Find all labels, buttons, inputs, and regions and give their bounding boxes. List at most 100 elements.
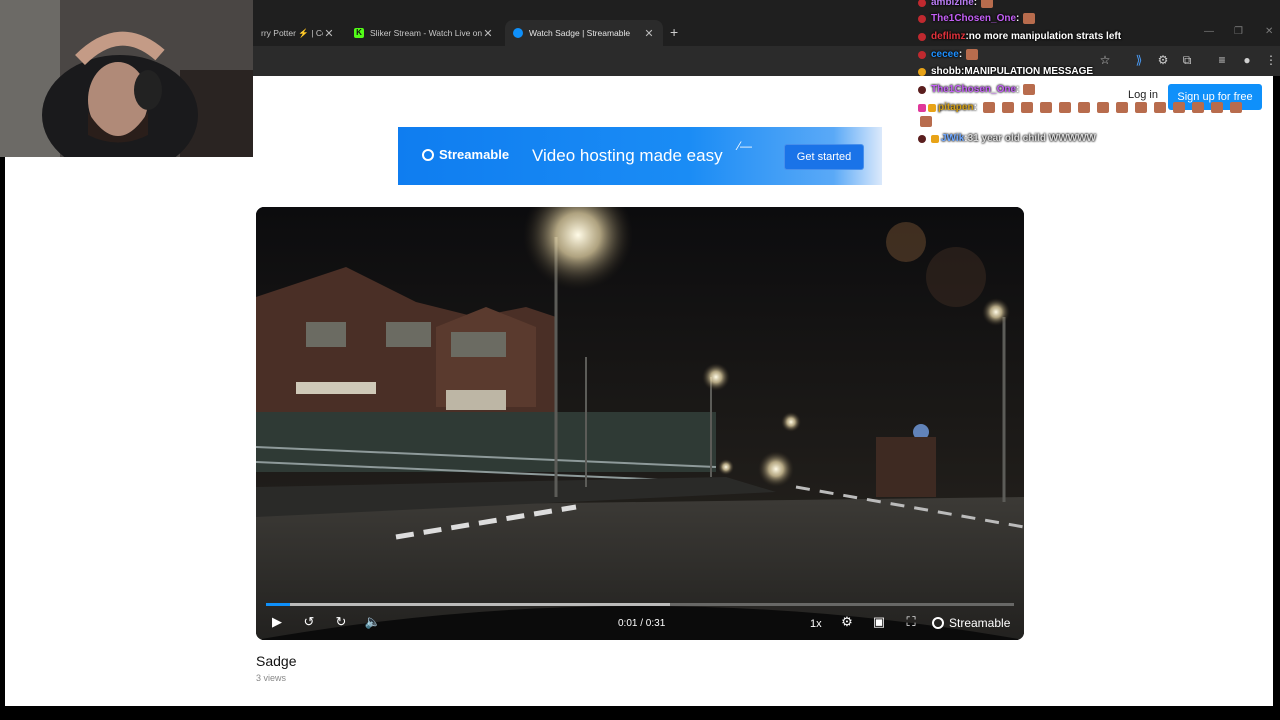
chat-text: MANIPULATION MESSAGE: [964, 66, 1094, 77]
streamable-logo-icon: [932, 617, 944, 629]
chat-emote-icon: [1001, 102, 1014, 113]
volume-icon[interactable]: 🔈: [363, 614, 383, 630]
tab-search-icon[interactable]: ≡: [1214, 52, 1230, 68]
chat-emote-icon: [1077, 102, 1090, 113]
chat-text: 31 year old child WWWWW: [967, 133, 1096, 144]
login-link[interactable]: Log in: [1128, 89, 1158, 101]
chat-username: shobb: [931, 66, 961, 77]
banner-brand-label: Streamable: [439, 147, 510, 162]
chat-username: JWik: [941, 133, 965, 144]
chat-emote-icon: [1210, 102, 1223, 113]
video-player[interactable]: ▶ ↺ ↻ 🔈 0:01 / 0:31 1x ⚙ ▣ ⛶ Streamable: [256, 207, 1024, 640]
fullscreen-icon[interactable]: ⛶: [901, 614, 921, 630]
close-tab-icon[interactable]: ✕: [482, 27, 494, 40]
new-tab-button[interactable]: +: [670, 24, 678, 40]
chat-emote-icon: [1096, 102, 1109, 113]
buffered-bar: [266, 603, 670, 606]
chat-message: pitapen :: [918, 102, 1242, 113]
chat-badge-icon: [918, 134, 926, 143]
video-frame: [256, 207, 1024, 640]
streamable-logo-icon: [422, 148, 434, 161]
chat-message: JWik : 31 year old child WWWWW: [918, 133, 1096, 144]
chat-emote-row: [982, 102, 1242, 113]
chat-emote-icon: [981, 0, 994, 8]
profile-avatar[interactable]: ●: [1239, 52, 1255, 68]
chat-badge-icon: [918, 32, 926, 41]
chat-badge-icon: [918, 67, 926, 76]
banner-brand: Streamable: [422, 147, 509, 162]
chat-emote-icon: [982, 102, 995, 113]
chat-message-continuation: [918, 116, 932, 127]
chat-username: The1Chosen_One: [931, 13, 1017, 24]
chat-badge-icon: [918, 14, 926, 23]
chat-text: no more manipulation strats left: [968, 31, 1122, 42]
tab-label: rry Potter ⚡ | Com: [261, 27, 323, 38]
get-started-button[interactable]: Get started: [784, 144, 864, 170]
chat-message: shobb : MANIPULATION MESSAGE: [918, 66, 1093, 77]
puzzle-icon[interactable]: ⧉: [1179, 52, 1195, 68]
chat-badge-icon: [918, 0, 926, 7]
chat-badge-icon: [931, 134, 939, 143]
chat-username: The1Chosen_One: [931, 84, 1017, 95]
rewind-10-icon[interactable]: ↺: [299, 614, 319, 630]
ad-banner[interactable]: Streamable Video hosting made easy ⁄— Ge…: [398, 127, 882, 185]
menu-icon[interactable]: ⋮: [1263, 52, 1279, 68]
chat-separator: :: [973, 102, 977, 113]
tab-label: Watch Sadge | Streamable: [529, 28, 631, 38]
extension-icon[interactable]: ⟫: [1131, 52, 1147, 68]
chat-badge-icon: [918, 50, 926, 59]
tab-kick-stream[interactable]: K Sliker Stream - Watch Live on K ✕: [346, 20, 502, 46]
streamable-favicon-icon: [513, 28, 523, 38]
webcam-frame: [0, 0, 253, 157]
forward-10-icon[interactable]: ↻: [331, 614, 351, 630]
picture-in-picture-icon[interactable]: ▣: [869, 614, 889, 630]
view-count: 3 views: [256, 673, 287, 683]
chat-separator: :: [1016, 84, 1020, 95]
sparkle-icon: ⁄—: [738, 139, 753, 153]
chat-message: The1Chosen_One :: [918, 13, 1036, 24]
chat-username: pitapen: [938, 102, 974, 113]
time-display: 0:01 / 0:31: [618, 618, 666, 629]
chat-emote-icon: [1229, 102, 1242, 113]
banner-tagline: Video hosting made easy: [532, 146, 723, 165]
webcam-overlay: [0, 0, 253, 157]
chat-emote-icon: [1115, 102, 1128, 113]
chat-emote-icon: [966, 49, 979, 60]
chat-username: cecee: [931, 49, 959, 60]
chat-emote-icon: [1153, 102, 1166, 113]
chat-emote-icon: [920, 116, 932, 127]
streamable-player-brand[interactable]: Streamable: [932, 616, 1010, 630]
progress-fill: [266, 603, 290, 606]
chat-separator: :: [973, 0, 978, 8]
settings-gear-icon[interactable]: ⚙: [837, 614, 857, 630]
minimize-icon[interactable]: —: [1204, 26, 1214, 37]
tab-harry-potter[interactable]: rry Potter ⚡ | Com ✕: [253, 20, 343, 46]
player-brand-label: Streamable: [949, 616, 1011, 630]
bookmark-star-icon[interactable]: ☆: [1097, 52, 1113, 68]
close-tab-icon[interactable]: ✕: [323, 27, 335, 40]
tab-label: Sliker Stream - Watch Live on K: [370, 28, 482, 38]
chat-message: The1Chosen_One :: [918, 84, 1036, 95]
chat-emote-icon: [1191, 102, 1204, 113]
chat-emote-icon: [1023, 13, 1036, 24]
extension-icon[interactable]: ⚙: [1155, 52, 1171, 68]
restore-icon[interactable]: ❐: [1234, 26, 1243, 37]
chat-badge-icon: [918, 85, 926, 94]
play-icon[interactable]: ▶: [267, 614, 287, 630]
chat-message: cecee :: [918, 49, 979, 60]
chat-badge-icon: [928, 103, 936, 112]
video-title: Sadge: [256, 653, 297, 669]
progress-bar[interactable]: [266, 603, 1014, 606]
chat-emote-icon: [1039, 102, 1052, 113]
tab-streamable[interactable]: Watch Sadge | Streamable ✕: [505, 20, 663, 46]
close-tab-icon[interactable]: ✕: [643, 27, 655, 40]
chat-username: deflimz: [931, 31, 966, 42]
chat-emote-icon: [1134, 102, 1147, 113]
playback-speed-button[interactable]: 1x: [810, 618, 822, 630]
kick-favicon-icon: K: [354, 28, 364, 38]
window-close-icon[interactable]: ✕: [1265, 26, 1273, 37]
chat-message: ambizine :: [918, 0, 994, 8]
chat-emote-icon: [1058, 102, 1071, 113]
chat-badge-icon: [918, 103, 926, 112]
chat-message: deflimz : no more manipulation strats le…: [918, 31, 1121, 42]
